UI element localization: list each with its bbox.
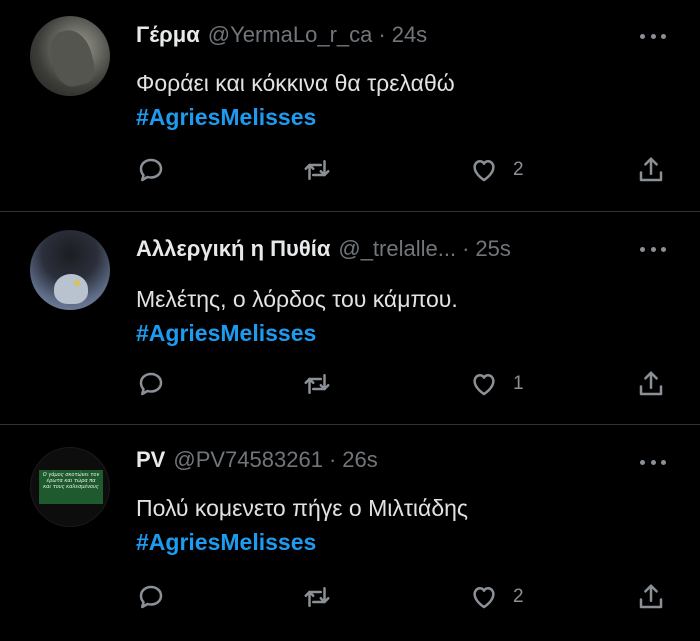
user-handle[interactable]: @_trelalle... (338, 236, 456, 262)
tweet[interactable]: Ο γάμος σκοτώνει τον έρωτα και τώρα πα κ… (0, 425, 700, 641)
display-name[interactable]: PV (136, 447, 165, 473)
timestamp[interactable]: 25s (475, 236, 510, 262)
avatar[interactable] (30, 230, 110, 310)
avatar-caption: Ο γάμος σκοτώνει τον έρωτα και τώρα πα κ… (39, 470, 103, 504)
tweet-header: Γέρμα @YermaLo_r_ca · 24s (136, 22, 427, 52)
tweet[interactable]: Γέρμα @YermaLo_r_ca · 24s Φοράει και κόκ… (0, 0, 700, 211)
reply-button[interactable] (136, 367, 166, 401)
tweet-body: Πολύ κομενετο πήγε ο Μιλτιάδης (136, 495, 469, 521)
like-button[interactable]: 1 (469, 367, 524, 401)
user-handle[interactable]: @YermaLo_r_ca (208, 22, 373, 48)
share-button[interactable] (636, 153, 666, 187)
reply-icon (139, 158, 163, 182)
reply-icon (139, 585, 163, 609)
more-icon[interactable] (640, 247, 666, 255)
retweet-icon (304, 374, 330, 394)
tweet-body: Φοράει και κόκκινα θα τρελαθώ (136, 70, 455, 96)
share-icon (639, 157, 663, 182)
hashtag-link[interactable]: #AgriesMelisses (136, 525, 468, 559)
avatar[interactable] (30, 16, 110, 96)
tweet-text: Φοράει και κόκκινα θα τρελαθώ #AgriesMel… (136, 66, 455, 134)
hashtag-link[interactable]: #AgriesMelisses (136, 100, 455, 134)
tweet-text: Πολύ κομενετο πήγε ο Μιλτιάδης #AgriesMe… (136, 491, 468, 559)
like-count: 2 (513, 159, 524, 180)
more-icon[interactable] (640, 34, 666, 42)
tweet-header: Αλλεργική η Πυθία @_trelalle... · 25s (136, 236, 511, 266)
heart-icon (473, 374, 495, 396)
display-name[interactable]: Αλλεργική η Πυθία (136, 236, 330, 262)
like-button[interactable]: 2 (469, 580, 524, 614)
display-name[interactable]: Γέρμα (136, 22, 200, 48)
share-icon (639, 584, 663, 609)
share-button[interactable] (636, 367, 666, 401)
action-bar: 1 (136, 367, 676, 401)
retweet-icon (304, 587, 330, 607)
separator-dot: · (328, 447, 337, 472)
separator-dot: · (378, 22, 386, 47)
user-handle[interactable]: @PV74583261 (173, 447, 323, 473)
retweet-button[interactable] (302, 153, 332, 187)
like-button[interactable]: 2 (469, 153, 524, 187)
hashtag-link[interactable]: #AgriesMelisses (136, 316, 458, 350)
like-count: 2 (513, 586, 524, 607)
share-button[interactable] (636, 580, 666, 614)
retweet-button[interactable] (302, 367, 332, 401)
tweet-feed: Γέρμα @YermaLo_r_ca · 24s Φοράει και κόκ… (0, 0, 700, 641)
tweet-text: Μελέτης, ο λόρδος του κάμπου. #AgriesMel… (136, 282, 458, 350)
retweet-icon (304, 160, 330, 180)
action-bar: 2 (136, 580, 676, 614)
timestamp[interactable]: 24s (392, 22, 427, 48)
tweet-body: Μελέτης, ο λόρδος του κάμπου. (136, 286, 458, 312)
tweet-header: PV @PV74583261 · 26s (136, 447, 378, 477)
retweet-button[interactable] (302, 580, 332, 614)
more-icon[interactable] (640, 460, 666, 468)
separator-dot: · (462, 236, 470, 261)
avatar[interactable]: Ο γάμος σκοτώνει τον έρωτα και τώρα πα κ… (30, 447, 110, 527)
heart-icon (473, 160, 495, 182)
reply-button[interactable] (136, 580, 166, 614)
action-bar: 2 (136, 153, 676, 187)
reply-icon (139, 372, 163, 396)
share-icon (639, 371, 663, 396)
timestamp[interactable]: 26s (342, 447, 377, 473)
heart-icon (473, 587, 495, 609)
reply-button[interactable] (136, 153, 166, 187)
like-count: 1 (513, 373, 524, 394)
tweet[interactable]: Αλλεργική η Πυθία @_trelalle... · 25s Με… (0, 212, 700, 424)
